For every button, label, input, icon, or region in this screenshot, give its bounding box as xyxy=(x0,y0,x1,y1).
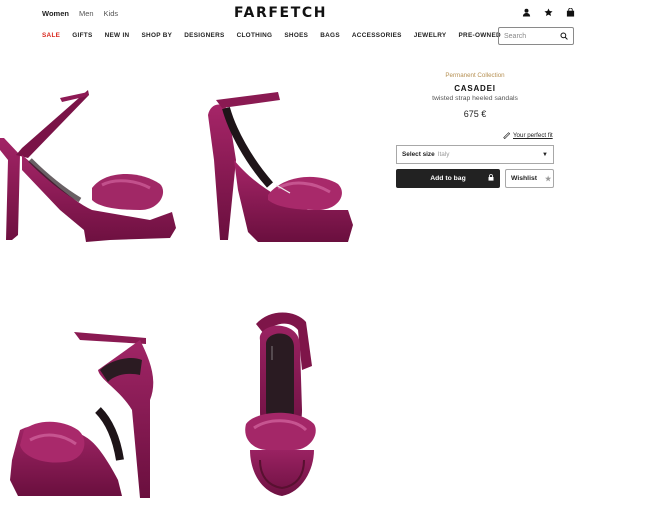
nav-clothing[interactable]: CLOTHING xyxy=(237,32,273,39)
nav-accessories[interactable]: ACCESSORIES xyxy=(352,32,402,39)
account-icon[interactable] xyxy=(522,8,531,17)
bag-icon[interactable] xyxy=(566,7,575,17)
search-placeholder: Search xyxy=(504,32,527,40)
product-image-rear[interactable] xyxy=(0,300,190,510)
product-price: 675 € xyxy=(463,109,487,119)
nav-new-in[interactable]: NEW IN xyxy=(105,32,130,39)
gender-tabs: Women Men Kids xyxy=(42,9,118,18)
lock-icon xyxy=(488,174,494,183)
nav-designers[interactable]: DESIGNERS xyxy=(184,32,224,39)
size-select[interactable]: Select size Italy ▼ xyxy=(396,145,554,164)
product-image-top[interactable] xyxy=(198,300,388,510)
size-select-label: Select size xyxy=(402,151,435,158)
add-to-bag-button[interactable]: Add to bag xyxy=(396,169,500,188)
header-icons xyxy=(522,7,575,17)
farfetch-logo[interactable]: FARFETCH xyxy=(234,5,325,21)
search-icon[interactable] xyxy=(560,32,568,40)
add-to-bag-label: Add to bag xyxy=(430,175,466,182)
tab-men[interactable]: Men xyxy=(79,9,94,18)
perfect-fit-label: Your perfect fit xyxy=(513,132,553,139)
collection-label: Permanent Collection xyxy=(445,72,505,79)
product-info: Permanent Collection CASADEI twisted str… xyxy=(395,72,555,119)
main-nav: SALE GIFTS NEW IN SHOP BY DESIGNERS CLOT… xyxy=(42,32,501,39)
wishlist-label: Wishlist xyxy=(511,175,537,182)
search-input[interactable]: Search xyxy=(498,27,574,45)
tab-women[interactable]: Women xyxy=(42,9,69,18)
product-description: twisted strap heeled sandals xyxy=(432,95,518,102)
nav-jewelry[interactable]: JEWELRY xyxy=(414,32,447,39)
chevron-down-icon: ▼ xyxy=(542,151,548,158)
nav-shoes[interactable]: SHOES xyxy=(284,32,308,39)
size-system-hint: Italy xyxy=(437,151,450,158)
star-icon[interactable] xyxy=(544,8,553,17)
tab-kids[interactable]: Kids xyxy=(104,9,119,18)
wishlist-button[interactable]: Wishlist ★ xyxy=(505,169,554,188)
nav-sale[interactable]: SALE xyxy=(42,32,60,39)
product-image-side[interactable] xyxy=(0,60,190,265)
nav-pre-owned[interactable]: PRE-OWNED xyxy=(458,32,500,39)
ruler-icon xyxy=(503,132,510,139)
brand-name[interactable]: CASADEI xyxy=(395,84,555,93)
nav-bags[interactable]: BAGS xyxy=(320,32,340,39)
nav-shop-by[interactable]: SHOP BY xyxy=(141,32,172,39)
nav-gifts[interactable]: GIFTS xyxy=(72,32,92,39)
product-image-three-quarter[interactable] xyxy=(198,60,388,265)
perfect-fit-link[interactable]: Your perfect fit xyxy=(503,132,553,139)
star-icon: ★ xyxy=(545,175,552,183)
